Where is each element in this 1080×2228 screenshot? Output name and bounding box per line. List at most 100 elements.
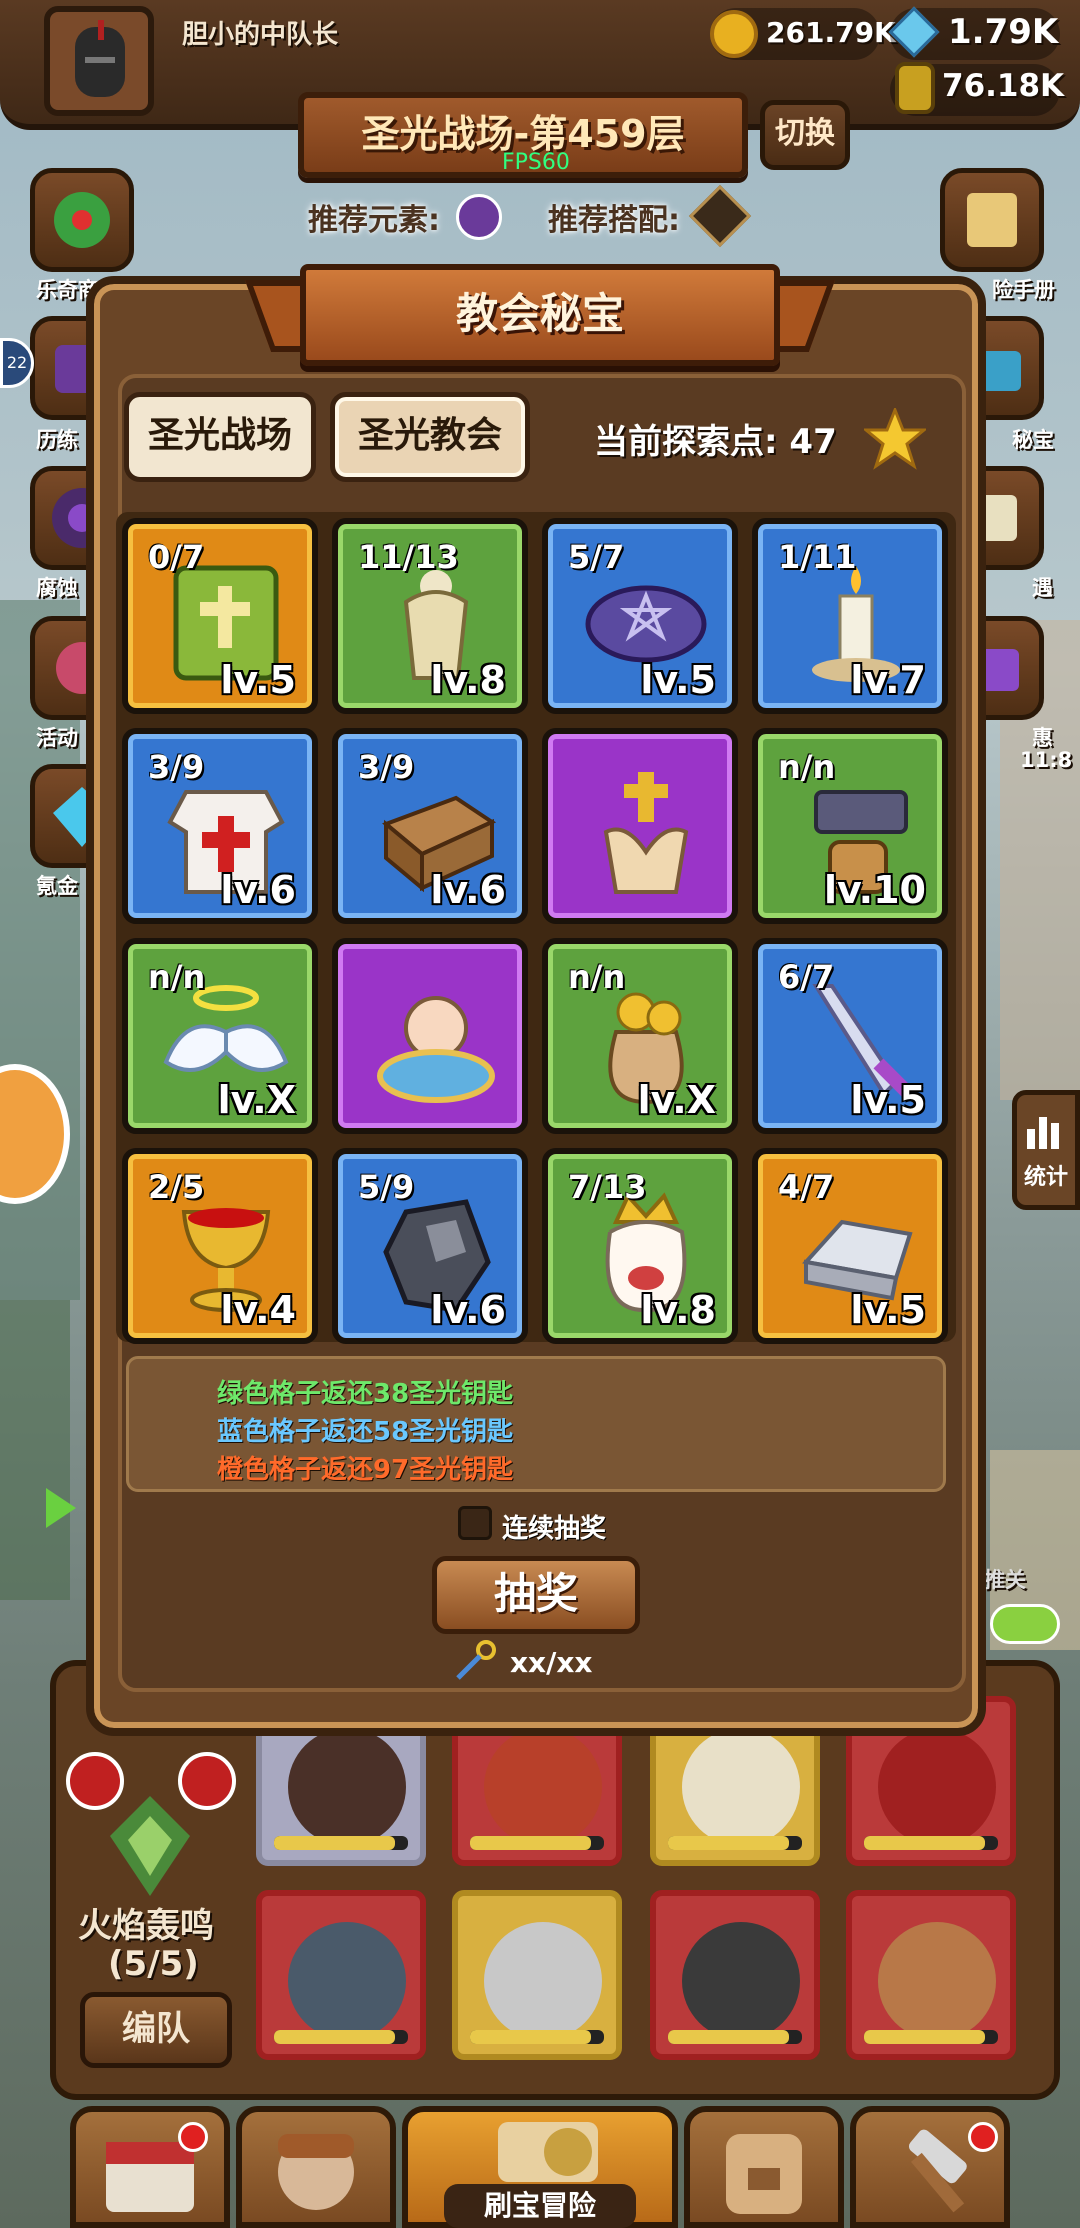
side-label-corrosion: 腐蚀 [36, 576, 78, 600]
cell-progress: n/n [778, 748, 836, 786]
cell-progress: 2/5 [148, 1168, 205, 1206]
discount-timer: 11:8 [1020, 748, 1073, 772]
tab-holy-battlefield[interactable]: 圣光战场 [124, 392, 316, 482]
treasure-cell[interactable]: 5/9 lv.6 [332, 1148, 528, 1344]
flame-element-icon [178, 1752, 236, 1810]
gold-amount: 261.79K [766, 16, 896, 49]
treasure-cell[interactable]: n/n lv.X [122, 938, 318, 1134]
treasure-cell[interactable] [332, 938, 528, 1134]
hero-card[interactable] [256, 1890, 426, 2060]
treasure-cell[interactable]: 5/7 lv.5 [542, 518, 738, 714]
nav-shop[interactable] [70, 2106, 230, 2228]
adventure-handbook-button[interactable] [940, 168, 1044, 272]
nav-forge[interactable] [850, 2106, 1010, 2228]
backpack-icon [726, 2134, 802, 2214]
return-info-box: 绿色格子返还38圣光钥匙 蓝色格子返还58圣光钥匙 橙色格子返还97圣光钥匙 [126, 1356, 946, 1492]
cell-level: lv.7 [850, 658, 926, 702]
info-line-blue: 蓝色格子返还58圣光钥匙 [217, 1417, 514, 1447]
fire-element-icon [66, 1752, 124, 1810]
treasure-cell[interactable]: 2/5 lv.4 [122, 1148, 318, 1344]
cell-level: lv.6 [220, 868, 296, 912]
moon-element-icon [456, 194, 502, 240]
cell-level: lv.8 [640, 1288, 716, 1332]
edit-team-button[interactable]: 编队 [80, 1992, 232, 2068]
tab-holy-church[interactable]: 圣光教会 [330, 392, 530, 482]
hero-card[interactable] [846, 1890, 1016, 2060]
holy-key-icon [452, 1640, 496, 1684]
treasure-cell[interactable]: n/n lv.X [542, 938, 738, 1134]
cell-progress: 6/7 [778, 958, 835, 996]
cell-progress: 3/9 [148, 748, 205, 786]
push-level-toggle[interactable] [990, 1604, 1060, 1644]
cell-progress: 3/9 [358, 748, 415, 786]
treasure-cell[interactable]: 11/13 lv.8 [332, 518, 528, 714]
treasure-cell[interactable]: 1/11 lv.7 [752, 518, 948, 714]
modal-title-ribbon: 教会秘宝 [300, 264, 780, 366]
cell-level: lv.6 [430, 868, 506, 912]
statistics-button[interactable]: 统计 [1012, 1090, 1080, 1210]
modal-title: 教会秘宝 [455, 289, 624, 338]
side-label-trial: 历练 [36, 428, 78, 452]
info-line-orange: 橙色格子返还97圣光钥匙 [217, 1455, 514, 1485]
hero-card[interactable] [650, 1890, 820, 2060]
potion-amount: 76.18K [942, 68, 1065, 104]
team-name: 火焰轰鸣 [78, 1906, 214, 1946]
potion-icon [895, 62, 935, 114]
cell-level: lv.10 [823, 868, 926, 912]
treasure-cell[interactable]: 3/9 lv.6 [122, 728, 318, 924]
cell-progress: 5/7 [568, 538, 625, 576]
cell-level: lv.6 [430, 1288, 506, 1332]
treasure-cell[interactable]: 3/9 lv.6 [332, 728, 528, 924]
nav-hero[interactable] [236, 2106, 396, 2228]
explore-points: 当前探索点: 47 [594, 422, 837, 462]
compass-map-icon [498, 2122, 598, 2182]
cell-progress: n/n [148, 958, 206, 996]
praying-hands-icon [603, 772, 689, 894]
treasure-cell[interactable]: n/n lv.10 [752, 728, 948, 924]
lucky-shop-button[interactable] [30, 168, 134, 272]
gold-coin-icon [710, 10, 758, 58]
hero-portrait-icon [278, 2134, 354, 2210]
treasure-cell[interactable]: 0/7 lv.5 [122, 518, 318, 714]
key-count: xx/xx [510, 1646, 593, 1679]
star-gem-icon [861, 405, 929, 470]
cell-progress: 7/13 [568, 1168, 647, 1206]
side-label-topup: 氪金 [36, 874, 78, 898]
player-avatar[interactable] [44, 6, 154, 116]
nav-center-label: 刷宝冒险 [444, 2184, 636, 2228]
treasure-cell[interactable]: 6/7 lv.5 [752, 938, 948, 1134]
cell-level: lv.X [637, 1078, 716, 1122]
statistics-label: 统计 [1023, 1165, 1068, 1190]
cell-progress: n/n [568, 958, 626, 996]
side-label-treasure: 秘宝 [1012, 428, 1054, 452]
team-count: (5/5) [108, 1944, 199, 1984]
cell-level: lv.5 [850, 1078, 926, 1122]
switch-button[interactable]: 切换 [760, 100, 850, 170]
side-label-event: 活动 [36, 726, 78, 750]
cell-progress: 5/9 [358, 1168, 415, 1206]
cell-progress: 1/11 [778, 538, 857, 576]
continuous-draw-checkbox[interactable] [458, 1506, 492, 1540]
cell-progress: 4/7 [778, 1168, 835, 1206]
info-line-green: 绿色格子返还38圣光钥匙 [217, 1379, 514, 1409]
nav-backpack[interactable] [684, 2106, 844, 2228]
treasure-cell[interactable]: 7/13 lv.8 [542, 1148, 738, 1344]
cell-level: lv.5 [220, 658, 296, 702]
fps-counter: FPS60 [502, 150, 570, 175]
cell-level: lv.8 [430, 658, 506, 702]
treasure-cell[interactable]: 4/7 lv.5 [752, 1148, 948, 1344]
nav-treasure-adventure[interactable]: 刷宝冒险 [402, 2106, 678, 2228]
notification-dot [968, 2122, 998, 2152]
continuous-draw-label: 连续抽奖 [502, 1514, 607, 1544]
play-arrow-icon[interactable] [46, 1488, 76, 1528]
hero-card[interactable] [452, 1890, 622, 2060]
cell-level: lv.5 [640, 658, 716, 702]
treasure-cell[interactable] [542, 728, 738, 924]
cell-progress: 0/7 [148, 538, 205, 576]
bar-chart-icon [1027, 1117, 1059, 1149]
cell-progress: 11/13 [358, 538, 459, 576]
notification-dot [178, 2122, 208, 2152]
recommend-element-label: 推荐元素: [308, 203, 440, 238]
cell-level: lv.5 [850, 1288, 926, 1332]
draw-button[interactable]: 抽奖 [432, 1556, 640, 1634]
